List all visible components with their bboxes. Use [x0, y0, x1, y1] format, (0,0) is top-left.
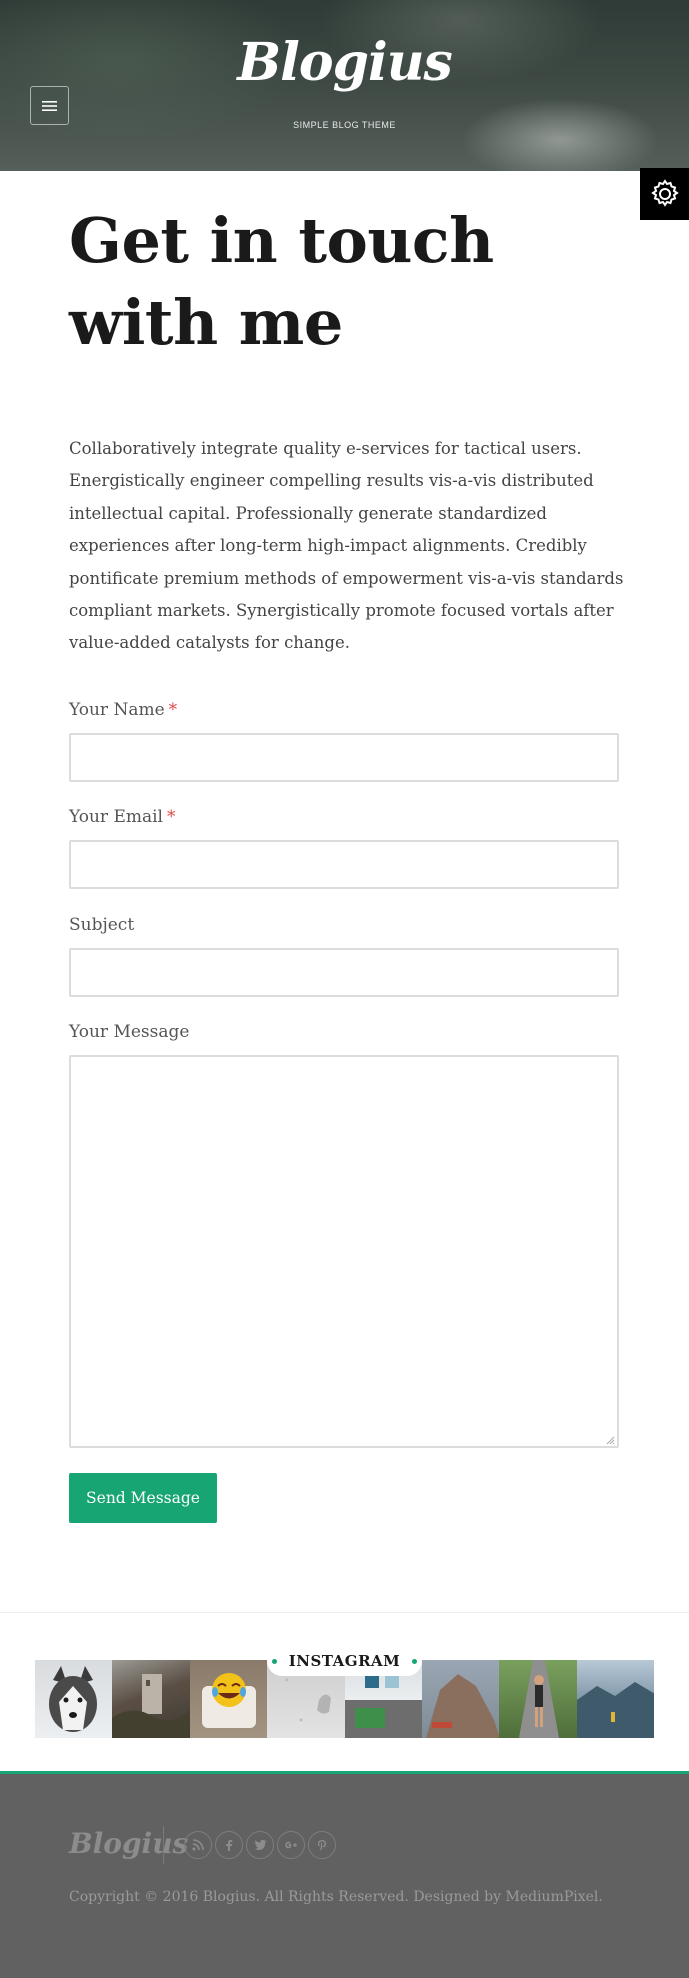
instagram-photo-rock[interactable]	[421, 1660, 500, 1738]
gear-icon	[650, 179, 679, 207]
section-divider	[0, 1612, 689, 1613]
rss-link[interactable]	[184, 1831, 212, 1859]
castle-image	[112, 1674, 190, 1738]
site-footer: Blogius Copyright © 2016 Blogius. All Ri…	[0, 1771, 689, 1978]
instagram-photo-husky[interactable]	[35, 1660, 113, 1738]
pinterest-link[interactable]	[308, 1831, 336, 1859]
emoji-pillow-image	[201, 1673, 256, 1728]
runner-image	[519, 1660, 560, 1738]
site-logo[interactable]: Blogius	[0, 32, 689, 93]
instagram-photo-emoji[interactable]	[189, 1660, 268, 1738]
name-label-text: Your Name	[69, 700, 165, 720]
instagram-photo-fjord[interactable]	[576, 1660, 654, 1738]
rock-formation-image	[425, 1674, 500, 1738]
message-label: Your Message	[69, 1022, 190, 1042]
settings-button[interactable]	[640, 168, 689, 220]
instagram-title: INSTAGRAM	[288, 1652, 401, 1670]
facebook-icon	[226, 1840, 233, 1851]
twitter-icon	[254, 1840, 266, 1850]
instagram-photo-castle[interactable]	[112, 1660, 190, 1738]
copyright-text: Copyright © 2016 Blogius. All Rights Res…	[69, 1889, 603, 1905]
email-field[interactable]	[69, 840, 619, 889]
footer-divider	[163, 1826, 164, 1864]
required-marker: *	[168, 700, 178, 720]
email-label: Your Email *	[69, 807, 176, 827]
hamburger-menu-icon	[42, 100, 57, 111]
instagram-photo-runner[interactable]	[499, 1660, 577, 1738]
accent-dot	[271, 1658, 277, 1664]
pinterest-icon	[318, 1840, 326, 1850]
instagram-badge: INSTAGRAM	[267, 1646, 422, 1676]
page-title: Get in touch with me	[69, 204, 494, 359]
site-tagline: SIMPLE BLOG THEME	[293, 120, 396, 130]
intro-paragraph: Collaboratively integrate quality e-serv…	[69, 439, 624, 653]
subject-label: Subject	[69, 915, 135, 935]
accent-dot	[412, 1658, 418, 1664]
name-label: Your Name *	[69, 700, 177, 720]
send-message-button[interactable]: Send Message	[69, 1473, 217, 1523]
message-field[interactable]	[69, 1055, 619, 1448]
name-field[interactable]	[69, 733, 619, 782]
twitter-link[interactable]	[246, 1831, 274, 1859]
required-marker: *	[167, 807, 176, 827]
site-header: Blogius SIMPLE BLOG THEME	[0, 0, 689, 171]
google-plus-link[interactable]	[277, 1831, 305, 1859]
google-plus-icon	[285, 1841, 297, 1849]
footer-logo[interactable]: Blogius	[69, 1827, 188, 1860]
email-label-text: Your Email	[69, 807, 163, 827]
husky-image	[49, 1666, 97, 1732]
rss-icon	[192, 1839, 204, 1851]
fjord-image	[576, 1682, 654, 1738]
facebook-link[interactable]	[215, 1831, 243, 1859]
resize-handle-icon[interactable]	[605, 1435, 615, 1445]
subject-field[interactable]	[69, 948, 619, 997]
